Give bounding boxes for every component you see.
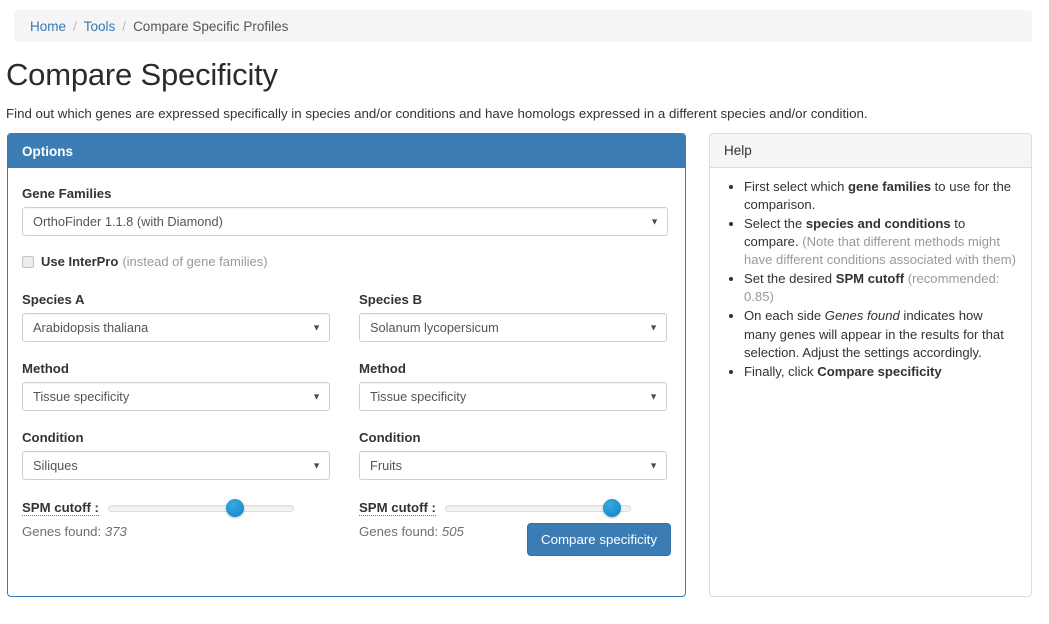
spm-a-slider[interactable] — [107, 499, 294, 517]
help-list: First select which gene families to use … — [716, 178, 1017, 381]
chevron-down-icon: ▼ — [312, 322, 321, 332]
method-a-label: Method — [22, 361, 69, 376]
species-a-group: Species A Arabidopsis thaliana ▼ — [22, 292, 330, 342]
spm-a-slider-handle[interactable] — [225, 499, 244, 517]
genes-found-a: Genes found: 373 — [22, 524, 330, 539]
method-b-group: Method Tissue specificity ▼ — [359, 361, 667, 411]
genes-found-a-label: Genes found: — [22, 524, 102, 539]
chevron-down-icon: ▼ — [649, 322, 658, 332]
method-a-select[interactable]: Tissue specificity ▼ — [22, 382, 330, 411]
chevron-down-icon: ▼ — [312, 391, 321, 401]
help-list-item: Select the species and conditions to com… — [744, 215, 1017, 269]
condition-b-select[interactable]: Fruits ▼ — [359, 451, 667, 480]
species-b-value: Solanum lycopersicum — [370, 320, 499, 335]
genes-found-b-value: 505 — [441, 524, 464, 539]
options-panel-header: Options — [8, 134, 685, 168]
help-panel: Help First select which gene families to… — [709, 133, 1032, 597]
help-list-item: Finally, click Compare specificity — [744, 363, 1017, 381]
help-emphasis: gene families — [848, 179, 932, 194]
spm-b-row: SPM cutoff : — [359, 499, 667, 517]
chevron-down-icon: ▼ — [649, 391, 658, 401]
side-a-column: Species A Arabidopsis thaliana ▼ Method … — [22, 292, 330, 539]
gene-families-value: OrthoFinder 1.1.8 (with Diamond) — [33, 214, 223, 229]
species-b-group: Species B Solanum lycopersicum ▼ — [359, 292, 667, 342]
spm-a-label: SPM cutoff : — [22, 500, 99, 516]
gene-families-group: Gene Families OrthoFinder 1.1.8 (with Di… — [22, 186, 668, 236]
gene-families-select[interactable]: OrthoFinder 1.1.8 (with Diamond) ▼ — [22, 207, 668, 236]
help-note: (Note that different methods might have … — [744, 234, 1016, 268]
use-interpro-label: Use InterPro — [41, 254, 119, 269]
genes-found-a-value: 373 — [104, 524, 127, 539]
species-columns: Species A Arabidopsis thaliana ▼ Method … — [22, 292, 671, 539]
chevron-down-icon: ▼ — [312, 460, 321, 470]
species-a-value: Arabidopsis thaliana — [33, 320, 149, 335]
condition-a-group: Condition Siliques ▼ — [22, 430, 330, 480]
species-a-label: Species A — [22, 292, 85, 307]
use-interpro-note: (instead of gene families) — [122, 254, 268, 269]
method-b-value: Tissue specificity — [370, 389, 467, 404]
chevron-down-icon: ▼ — [650, 216, 659, 226]
help-list-item: Set the desired SPM cutoff (recommended:… — [744, 270, 1017, 306]
chevron-down-icon: ▼ — [649, 460, 658, 470]
options-panel: Options Gene Families OrthoFinder 1.1.8 … — [7, 133, 686, 597]
condition-b-value: Fruits — [370, 458, 402, 473]
help-emphasis: species and conditions — [805, 216, 951, 232]
page-root: Home / Tools / Compare Specific Profiles… — [0, 0, 1049, 624]
species-a-select[interactable]: Arabidopsis thaliana ▼ — [22, 313, 330, 342]
condition-a-label: Condition — [22, 430, 84, 445]
help-list-item: On each side Genes found indicates how m… — [744, 307, 1017, 361]
help-list-item: First select which gene families to use … — [744, 178, 1017, 214]
help-emphasis: SPM cutoff — [835, 271, 905, 287]
method-b-select[interactable]: Tissue specificity ▼ — [359, 382, 667, 411]
spm-a-row: SPM cutoff : — [22, 499, 330, 517]
condition-a-select[interactable]: Siliques ▼ — [22, 451, 330, 480]
breadcrumb-separator: / — [122, 18, 127, 34]
options-panel-body: Gene Families OrthoFinder 1.1.8 (with Di… — [8, 168, 685, 596]
breadcrumb-link-home[interactable]: Home — [30, 19, 66, 34]
method-a-value: Tissue specificity — [33, 389, 130, 404]
help-panel-body: First select which gene families to use … — [710, 168, 1031, 381]
use-interpro-row[interactable]: Use InterPro (instead of gene families) — [22, 254, 671, 269]
condition-b-group: Condition Fruits ▼ — [359, 430, 667, 480]
method-a-group: Method Tissue specificity ▼ — [22, 361, 330, 411]
spm-a-slider-track[interactable] — [107, 505, 294, 512]
help-panel-header: Help — [710, 134, 1031, 168]
condition-b-label: Condition — [359, 430, 421, 445]
breadcrumb-link-tools[interactable]: Tools — [84, 19, 116, 34]
genes-found-b-label: Genes found: — [359, 524, 439, 539]
method-b-label: Method — [359, 361, 406, 376]
help-emphasis: Genes found — [824, 308, 900, 324]
spm-b-slider[interactable] — [444, 499, 631, 517]
species-b-select[interactable]: Solanum lycopersicum ▼ — [359, 313, 667, 342]
condition-a-value: Siliques — [33, 458, 78, 473]
help-panel-title: Help — [724, 143, 752, 158]
side-b-column: Species B Solanum lycopersicum ▼ Method … — [359, 292, 667, 539]
species-b-label: Species B — [359, 292, 423, 307]
use-interpro-checkbox[interactable] — [22, 255, 34, 268]
breadcrumb: Home / Tools / Compare Specific Profiles — [14, 10, 1032, 42]
spm-b-slider-handle[interactable] — [602, 499, 621, 517]
spm-b-label: SPM cutoff : — [359, 500, 436, 516]
breadcrumb-current: Compare Specific Profiles — [133, 18, 289, 34]
page-description: Find out which genes are expressed speci… — [6, 106, 868, 121]
breadcrumb-separator: / — [73, 18, 77, 34]
page-title: Compare Specificity — [6, 57, 278, 92]
help-emphasis: Compare specificity — [817, 363, 942, 379]
compare-specificity-button[interactable]: Compare specificity — [526, 523, 671, 556]
gene-families-label: Gene Families — [22, 186, 112, 201]
options-panel-title: Options — [22, 143, 73, 159]
